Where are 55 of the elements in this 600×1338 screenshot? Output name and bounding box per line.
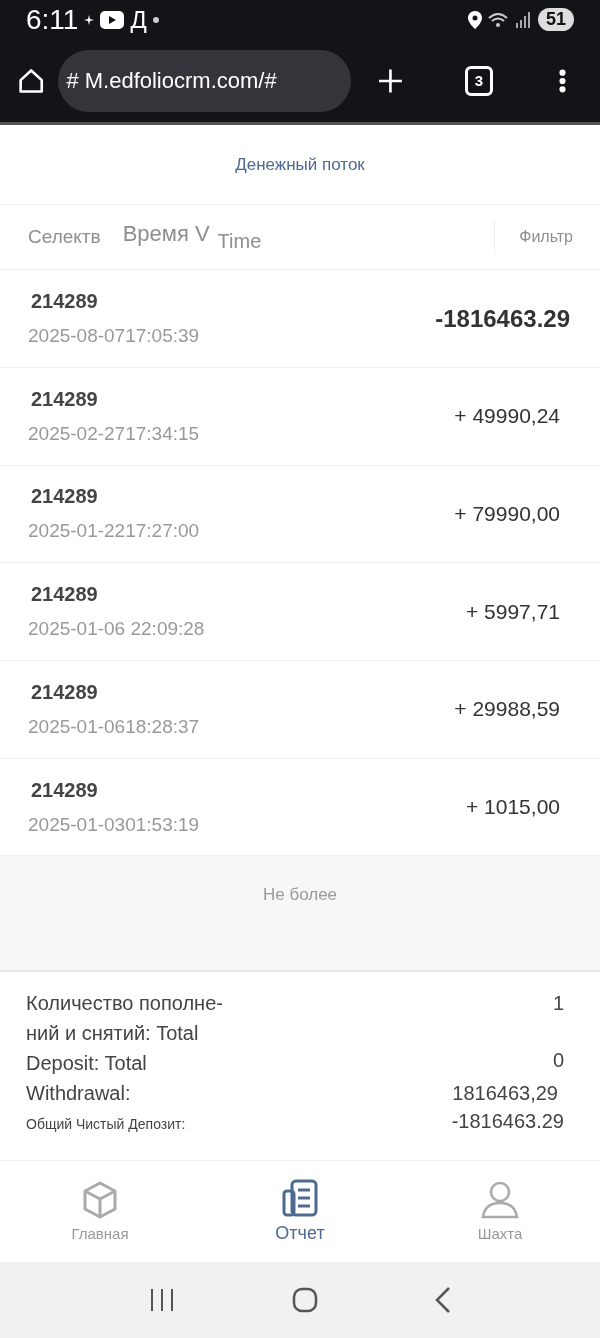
- cube-icon: [82, 1180, 118, 1219]
- sort-label[interactable]: Время V: [122, 221, 210, 248]
- transaction-amount: + 1015,00: [466, 795, 560, 820]
- summary-label: Deposit: Total: [26, 1051, 148, 1077]
- sparkle-icon: [84, 14, 95, 25]
- play-icon: [100, 10, 125, 29]
- summary-value: 1816463,29: [452, 1082, 558, 1106]
- summary-value: 0: [552, 1049, 564, 1073]
- address-field[interactable]: # M.edfoliocrm.com/#: [58, 49, 352, 112]
- transaction-amount: + 79990,00: [454, 501, 560, 526]
- home-button-icon[interactable]: [292, 1287, 318, 1314]
- summary-label: Withdrawal:: [26, 1081, 132, 1107]
- net-deposit-value: -1816463.29: [451, 1110, 564, 1134]
- page-title: Денежный поток: [235, 154, 365, 175]
- transaction-id: 214289: [31, 778, 99, 802]
- transaction-id: 214289: [31, 290, 99, 314]
- transaction-amount: + 49990,24: [454, 404, 560, 429]
- plus-icon[interactable]: [379, 67, 403, 94]
- transaction-datetime: 2025-01-0301:53:19: [28, 813, 200, 836]
- transaction-id: 214289: [31, 387, 99, 411]
- transaction-datetime: 2025-02-2717:34:15: [28, 422, 200, 445]
- document-icon: [282, 1178, 318, 1217]
- battery-level: 51: [537, 8, 574, 32]
- transaction-amount: + 5997,71: [466, 599, 560, 624]
- back-icon[interactable]: [435, 1287, 452, 1314]
- nav-tab[interactable]: Главная: [0, 1160, 200, 1263]
- transaction-amount: -1816463.29: [435, 304, 570, 333]
- more-icon[interactable]: [559, 67, 567, 94]
- tab-count-button[interactable]: 3: [465, 65, 493, 96]
- transaction-id: 214289: [31, 583, 99, 607]
- location-icon: [467, 10, 482, 29]
- summary-label: ний и снятий: Total: [26, 1021, 200, 1047]
- summary-value: 1: [552, 992, 564, 1016]
- transaction-amount: + 29988,59: [454, 697, 560, 722]
- clock-time: 6:11: [26, 3, 79, 36]
- nav-tab[interactable]: Отчет: [200, 1160, 400, 1263]
- transaction-datetime: 2025-08-0717:05:39: [28, 325, 200, 348]
- filter-button[interactable]: Фильтр: [494, 220, 573, 255]
- signal-icon: [515, 11, 532, 28]
- transaction-id: 214289: [31, 485, 99, 509]
- person-icon: [481, 1180, 519, 1219]
- transaction-datetime: 2025-01-0618:28:37: [28, 715, 200, 738]
- transaction-datetime: 2025-01-06 22:09:28: [28, 618, 205, 641]
- dot-icon: [152, 16, 159, 23]
- select-label[interactable]: Селектв: [28, 226, 101, 249]
- wifi-icon: [487, 10, 510, 29]
- summary-label: Количество пополне-: [26, 991, 224, 1017]
- net-deposit-label: Общий Чистый Депозит:: [26, 1116, 187, 1134]
- nav-tab[interactable]: Шахта: [400, 1160, 600, 1263]
- notification-text: Д: [130, 5, 147, 34]
- sort-overlay-label: Time: [217, 229, 262, 253]
- list-end-text: Не более: [262, 885, 338, 906]
- transaction-datetime: 2025-01-2217:27:00: [28, 520, 200, 543]
- transaction-id: 214289: [31, 680, 99, 704]
- recents-icon[interactable]: [148, 1288, 175, 1313]
